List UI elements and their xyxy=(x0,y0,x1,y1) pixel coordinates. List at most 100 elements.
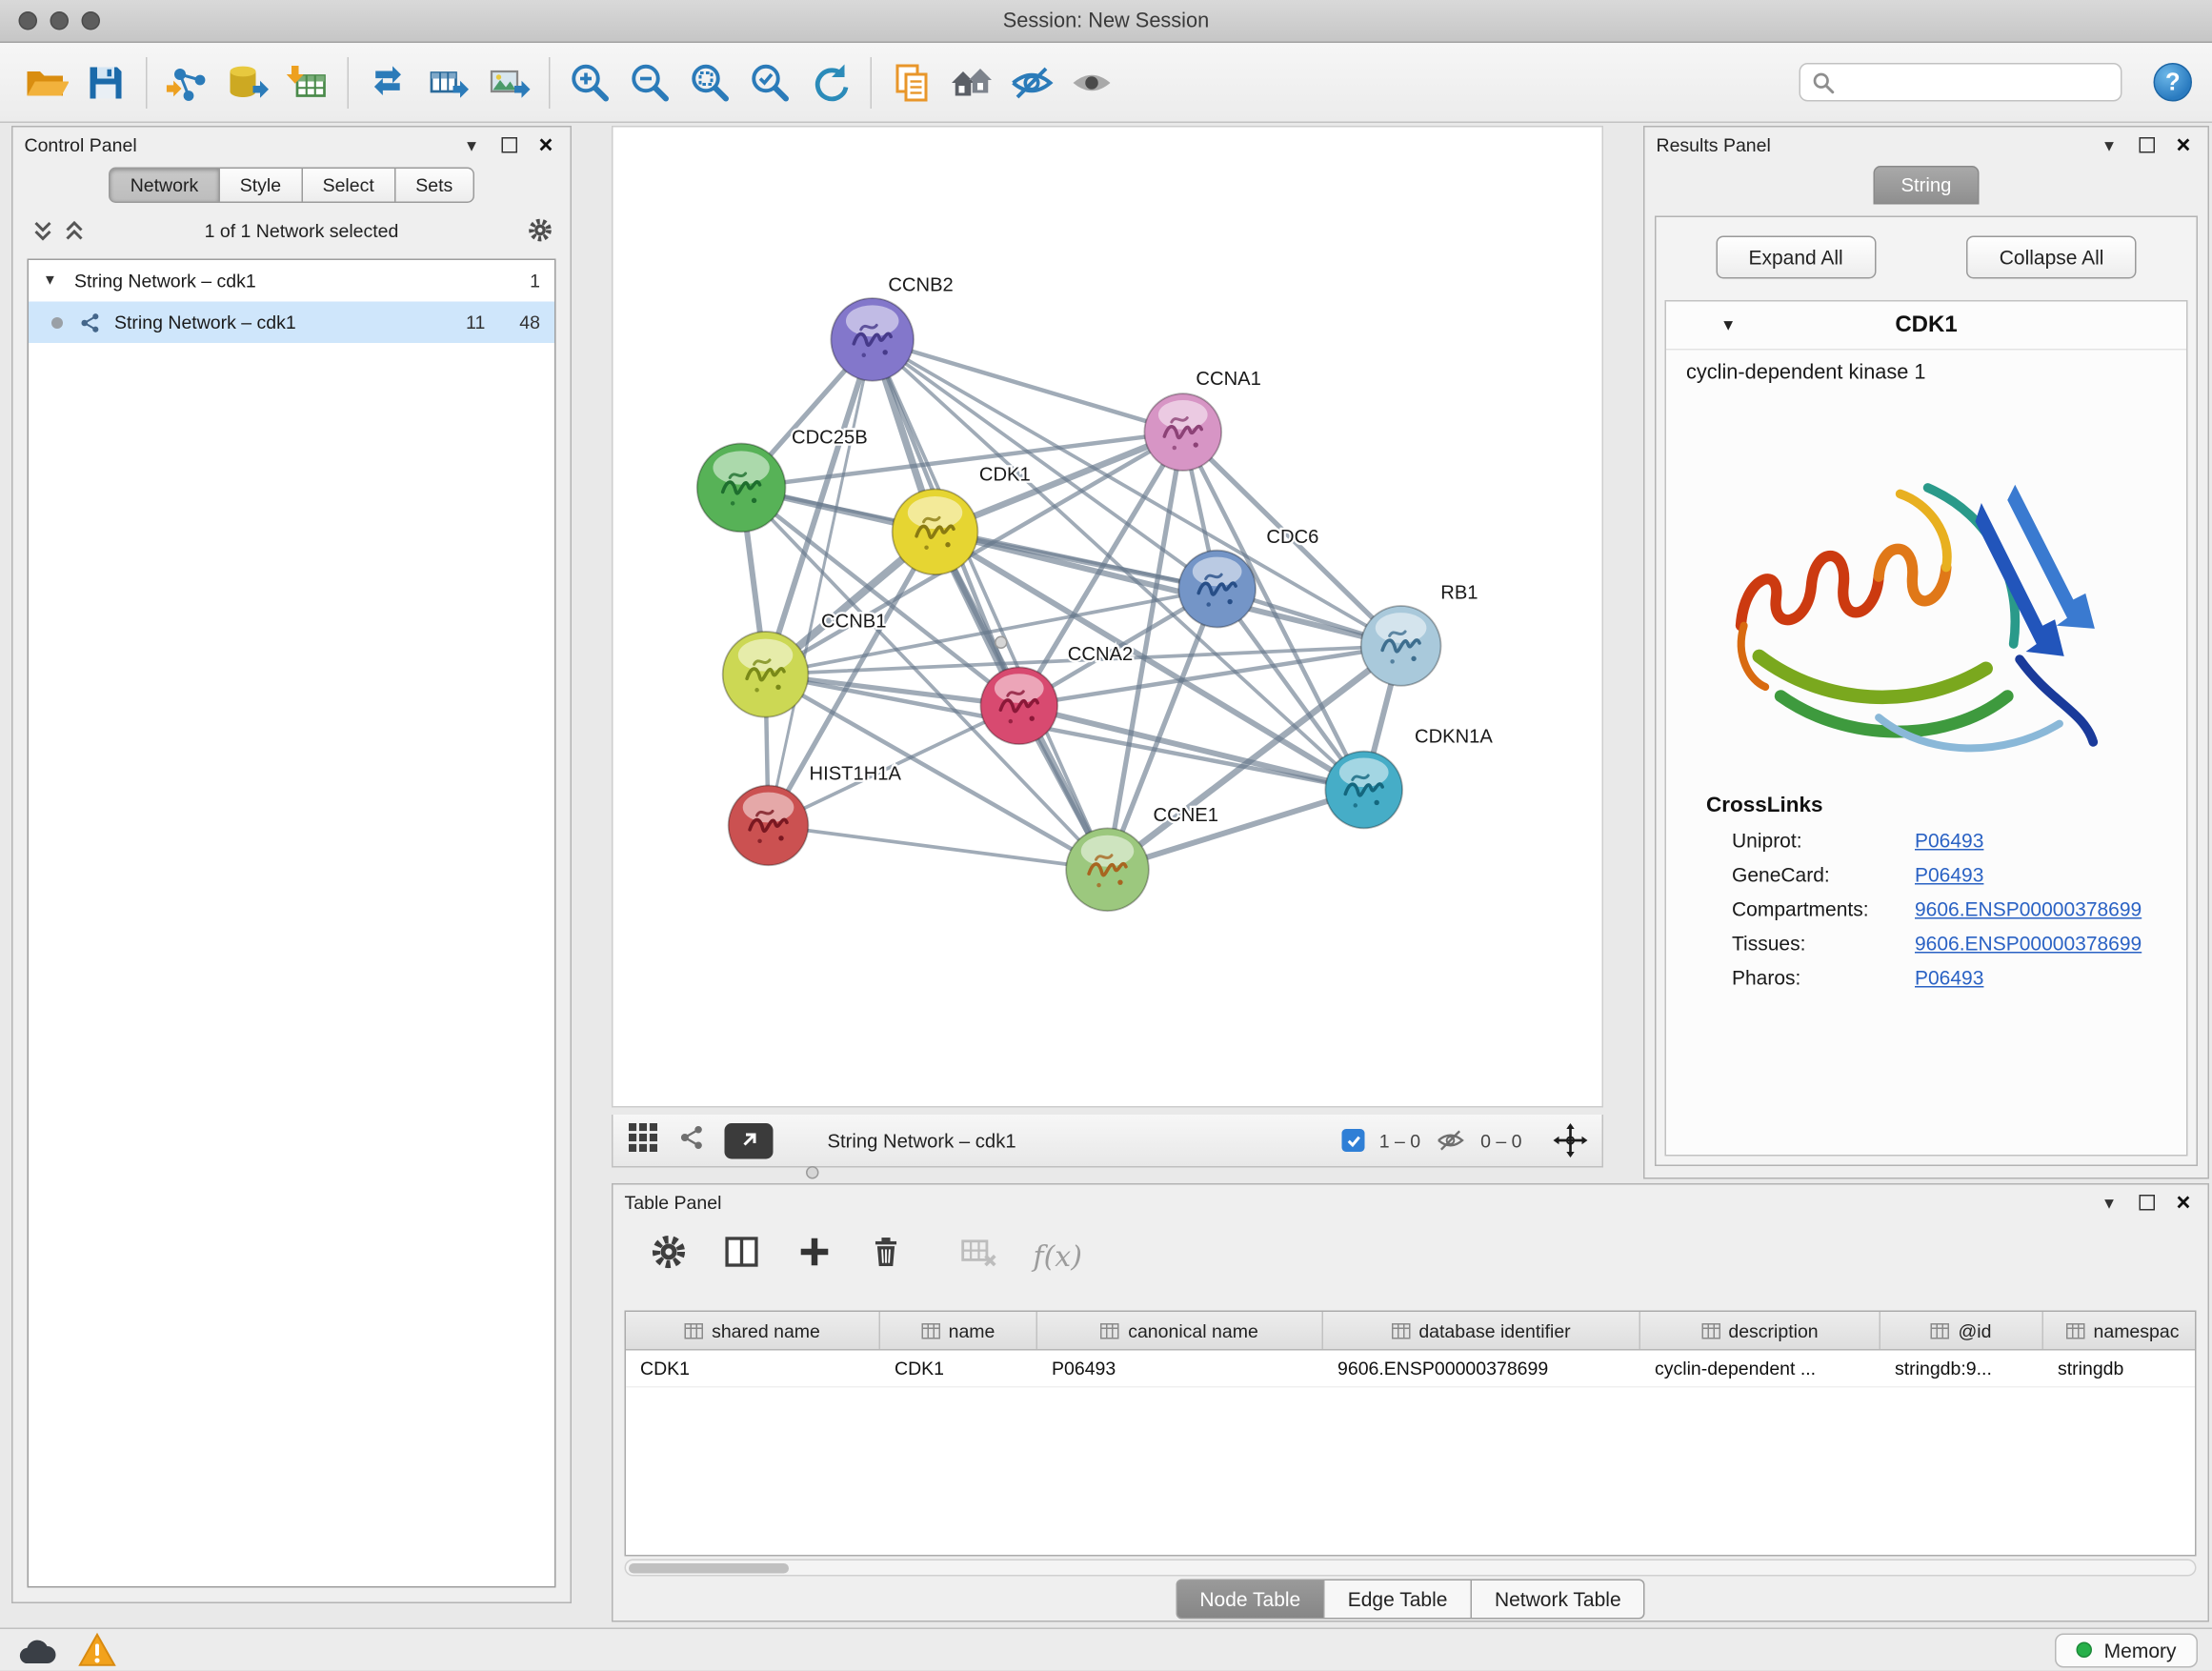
swap-networks-icon[interactable] xyxy=(363,53,414,111)
splitter-handle[interactable] xyxy=(806,1166,819,1179)
network-node-CDC25B[interactable] xyxy=(697,444,786,533)
zoom-selected-icon[interactable] xyxy=(745,53,796,111)
network-node-CDK1[interactable] xyxy=(893,489,978,574)
network-node-CCNB1[interactable] xyxy=(723,632,809,717)
crosslink-genecard-link[interactable]: P06493 xyxy=(1915,863,1983,886)
column-header-shared-name[interactable]: shared name xyxy=(626,1312,880,1349)
tab-sets[interactable]: Sets xyxy=(395,168,474,204)
refresh-layout-icon[interactable] xyxy=(805,53,856,111)
column-header-canonical-name[interactable]: canonical name xyxy=(1037,1312,1323,1349)
column-header-name[interactable]: name xyxy=(880,1312,1037,1349)
column-header-namespac[interactable]: namespac xyxy=(2043,1312,2197,1349)
network-collection-label: String Network – cdk1 xyxy=(74,271,256,292)
close-panel-icon[interactable]: × xyxy=(533,132,559,158)
network-edge[interactable] xyxy=(873,339,1183,432)
table-row[interactable]: CDK1CDK1P064939606.ENSP00000378699cyclin… xyxy=(626,1351,2195,1388)
crosslink-row: Compartments:9606.ENSP00000378699 xyxy=(1666,892,2186,926)
pan-crosshair-icon[interactable] xyxy=(1554,1123,1588,1158)
column-header-database-identifier[interactable]: database identifier xyxy=(1323,1312,1640,1349)
expand-all-button[interactable]: Expand All xyxy=(1716,236,1876,279)
crosslink-tissues-link[interactable]: 9606.ENSP00000378699 xyxy=(1915,932,2142,955)
network-tree: ▼ String Network – cdk1 1 String Network… xyxy=(28,259,556,1588)
hide-selected-eye-icon[interactable] xyxy=(1006,53,1057,111)
network-tree-selected-row[interactable]: String Network – cdk1 11 48 xyxy=(29,302,554,344)
tab-select[interactable]: Select xyxy=(303,168,396,204)
network-edge[interactable] xyxy=(873,339,1108,869)
function-builder-icon[interactable]: f(x) xyxy=(1034,1238,1082,1273)
zoom-in-icon[interactable] xyxy=(565,53,616,111)
crosslink-label: Compartments: xyxy=(1732,897,1915,920)
collapse-panel-icon[interactable]: ▾ xyxy=(2097,1190,2122,1216)
show-all-eye-icon[interactable] xyxy=(1066,53,1117,111)
open-session-icon[interactable] xyxy=(20,53,71,111)
import-table-icon[interactable] xyxy=(282,53,333,111)
table-horizontal-scrollbar[interactable] xyxy=(625,1560,2197,1577)
copy-document-icon[interactable] xyxy=(886,53,937,111)
tab-network[interactable]: Network xyxy=(109,168,220,204)
import-network-file-icon[interactable] xyxy=(162,53,213,111)
column-header--id[interactable]: @id xyxy=(1880,1312,2043,1349)
network-node-CCNA1[interactable] xyxy=(1144,393,1221,471)
float-panel-icon[interactable] xyxy=(2134,132,2160,158)
table-tab-edge-table[interactable]: Edge Table xyxy=(1325,1580,1472,1620)
delete-column-trash-icon[interactable] xyxy=(868,1234,905,1278)
warning-icon[interactable] xyxy=(77,1631,117,1668)
memory-button[interactable]: Memory xyxy=(2056,1633,2198,1667)
tree-expand-caret-icon[interactable]: ▼ xyxy=(43,273,74,290)
network-node-RB1[interactable] xyxy=(1361,606,1441,686)
network-canvas[interactable]: CCNB2CCNA1CDC25BCDK1CDC6RB1CCNB1CCNA2CDK… xyxy=(612,126,1603,1108)
table-options-gear-icon[interactable] xyxy=(651,1234,688,1278)
collapse-all-button[interactable]: Collapse All xyxy=(1966,236,2137,279)
gene-collapse-caret-icon[interactable]: ▼ xyxy=(1720,316,1736,333)
close-panel-icon[interactable]: × xyxy=(2171,1190,2197,1216)
collapse-all-networks-icon[interactable] xyxy=(62,217,88,243)
network-node-CCNA2[interactable] xyxy=(980,667,1057,744)
column-header-description[interactable]: description xyxy=(1640,1312,1880,1349)
cloud-status-icon[interactable] xyxy=(14,1633,57,1667)
node-label-CDC6: CDC6 xyxy=(1266,527,1318,548)
collapse-panel-icon[interactable]: ▾ xyxy=(2097,132,2122,158)
network-edge[interactable] xyxy=(769,825,1108,869)
tab-style[interactable]: Style xyxy=(220,168,303,204)
network-node-CDKN1A[interactable] xyxy=(1325,752,1402,829)
network-node-CCNB2[interactable] xyxy=(831,298,914,381)
network-options-gear-icon[interactable] xyxy=(528,217,553,243)
tab-string[interactable]: String xyxy=(1874,166,1979,205)
help-button[interactable]: ? xyxy=(2154,63,2193,102)
crosslink-label: Tissues: xyxy=(1732,932,1915,955)
zoom-fit-icon[interactable] xyxy=(685,53,736,111)
export-image-icon[interactable] xyxy=(483,53,534,111)
control-panel-tabs: Network Style Select Sets xyxy=(13,168,571,204)
close-panel-icon[interactable]: × xyxy=(2171,132,2197,158)
network-node-HIST1H1A[interactable] xyxy=(729,785,809,865)
splitter-handle[interactable] xyxy=(995,636,1008,650)
network-tree-root-row[interactable]: ▼ String Network – cdk1 1 xyxy=(29,260,554,302)
crosslink-pharos-link[interactable]: P06493 xyxy=(1915,966,1983,989)
show-columns-icon[interactable] xyxy=(722,1232,762,1279)
expand-all-networks-icon[interactable] xyxy=(30,217,56,243)
selected-nodes-checkbox-icon[interactable] xyxy=(1342,1129,1365,1152)
network-edge[interactable] xyxy=(769,339,873,825)
export-table-icon[interactable] xyxy=(423,53,474,111)
table-tab-network-table[interactable]: Network Table xyxy=(1472,1580,1645,1620)
home-browser-icon[interactable] xyxy=(946,53,997,111)
crosslink-compartments-link[interactable]: 9606.ENSP00000378699 xyxy=(1915,897,2142,920)
table-tab-node-table[interactable]: Node Table xyxy=(1176,1580,1325,1620)
add-column-plus-icon[interactable] xyxy=(796,1234,834,1278)
network-node-CCNE1[interactable] xyxy=(1066,828,1149,911)
collapse-panel-icon[interactable]: ▾ xyxy=(459,132,485,158)
crosslink-uniprot-link[interactable]: P06493 xyxy=(1915,829,1983,852)
float-panel-icon[interactable] xyxy=(2134,1190,2160,1216)
search-icon xyxy=(1812,70,1835,93)
birdseye-view-toggle-button[interactable] xyxy=(725,1122,774,1158)
scrollbar-thumb[interactable] xyxy=(629,1562,789,1573)
grid-view-icon[interactable] xyxy=(628,1121,659,1160)
import-network-database-icon[interactable] xyxy=(222,53,273,111)
zoom-out-icon[interactable] xyxy=(625,53,676,111)
network-mode-share-icon[interactable] xyxy=(676,1121,708,1160)
search-input[interactable] xyxy=(1843,71,2109,93)
network-node-CDC6[interactable] xyxy=(1178,551,1256,628)
float-panel-icon[interactable] xyxy=(496,132,522,158)
save-session-icon[interactable] xyxy=(80,53,131,111)
hidden-eye-slash-icon[interactable] xyxy=(1435,1128,1466,1154)
